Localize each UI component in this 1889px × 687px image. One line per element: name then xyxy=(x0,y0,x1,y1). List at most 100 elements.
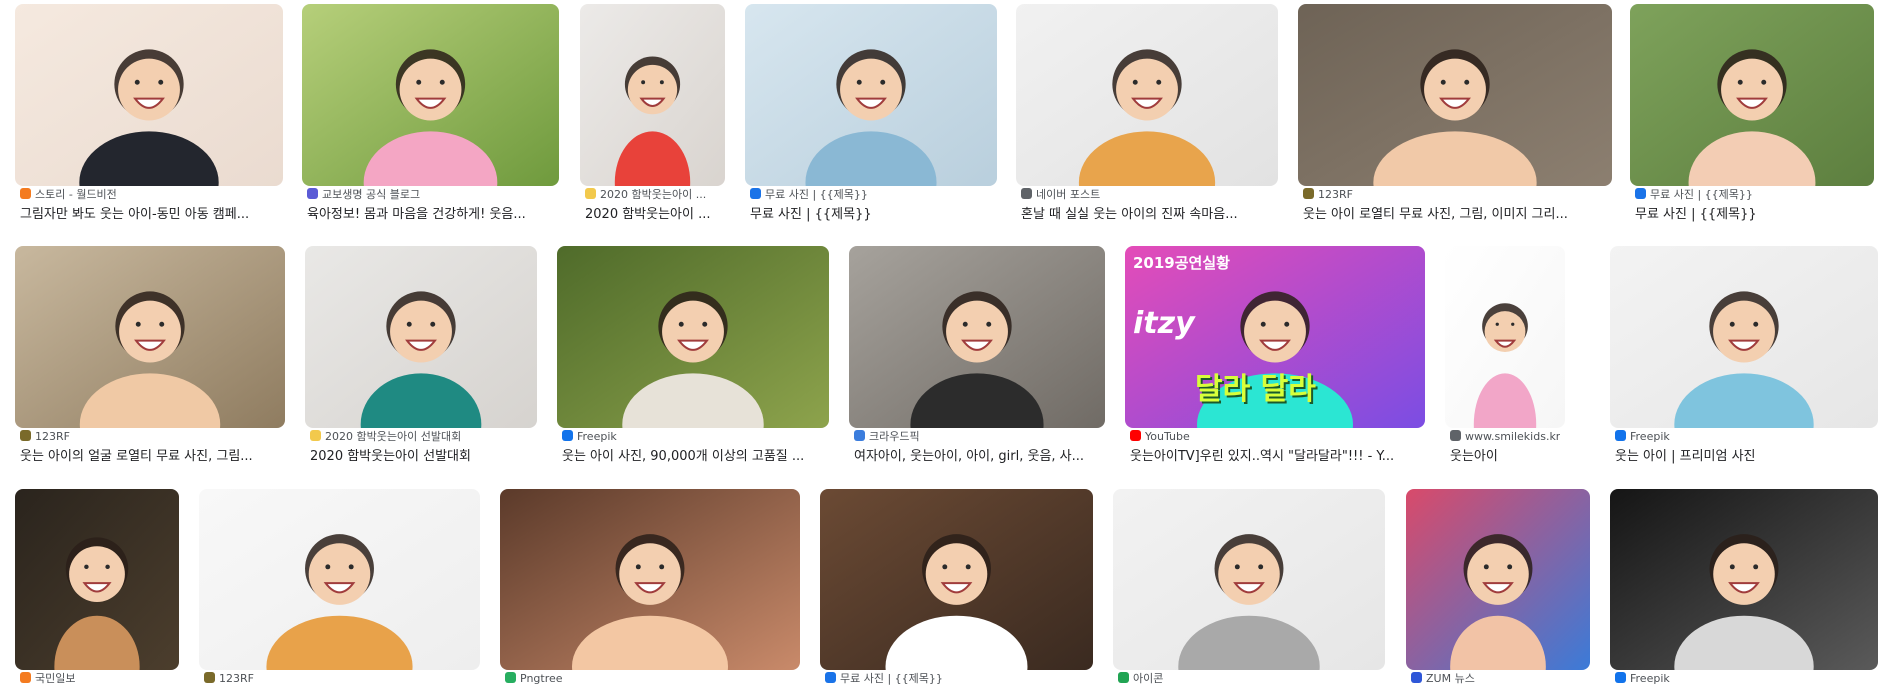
result-source-label: Pngtree xyxy=(520,672,563,685)
result-thumbnail[interactable] xyxy=(199,489,480,670)
result-source[interactable]: Freepik xyxy=(1615,672,1670,686)
result-source-label: 123RF xyxy=(35,430,70,443)
result-source[interactable]: 123RF xyxy=(20,430,70,444)
result-thumbnail[interactable] xyxy=(1610,246,1878,428)
circle-logo-icon xyxy=(204,672,215,683)
result-thumbnail[interactable] xyxy=(1113,489,1385,670)
result-thumbnail[interactable] xyxy=(1298,4,1612,186)
caret-up-icon xyxy=(1635,188,1646,199)
result-source[interactable]: 크라우드픽 xyxy=(854,430,920,444)
result-thumbnail[interactable] xyxy=(1445,246,1565,428)
result-title[interactable]: 웃는 아이 | 프리미엄 사진 xyxy=(1615,448,1756,465)
crowdpic-icon xyxy=(854,430,865,441)
result-thumbnail[interactable]: 2019공연실황 itzy 달라 달라 xyxy=(1125,246,1425,428)
result-source[interactable]: Freepik xyxy=(1615,430,1670,444)
circle-logo-icon xyxy=(1303,188,1314,199)
result-title[interactable]: 무료 사진 | {{제목}} xyxy=(750,206,872,223)
result-title[interactable]: 웃는 아이 로열티 무료 사진, 그림, 이미지 그리... xyxy=(1303,206,1568,223)
result-source-label: 2020 함박웃는아이 선발대회 xyxy=(325,430,462,443)
result-source[interactable]: 스토리 - 월드비전 xyxy=(20,188,117,202)
result-title[interactable]: 웃는아이TV]우린 있지..역시 "달라달라"!!! - Y... xyxy=(1130,448,1394,465)
result-source[interactable]: 2020 함박웃는아이 선발대회 xyxy=(310,430,461,444)
result-source-label: Freepik xyxy=(1630,430,1670,443)
result-source-label: ZUM 뉴스 xyxy=(1426,672,1475,685)
result-thumbnail[interactable] xyxy=(745,4,997,186)
result-thumbnail[interactable] xyxy=(15,489,179,670)
result-source[interactable]: 네이버 포스트 xyxy=(1021,188,1100,202)
result-source[interactable]: 국민일보 xyxy=(20,672,75,686)
result-source[interactable]: 2020 함박웃는아이 ... xyxy=(585,188,706,202)
result-thumbnail[interactable] xyxy=(1016,4,1278,186)
globe-icon xyxy=(1450,430,1461,441)
result-thumbnail[interactable] xyxy=(580,4,725,186)
result-source[interactable]: YouTube xyxy=(1130,430,1190,444)
result-source-label: 2020 함박웃는아이 ... xyxy=(600,188,707,201)
result-title[interactable]: 2020 함박웃는아이 선발대회 xyxy=(310,448,471,465)
result-source-label: www.smilekids.kr xyxy=(1465,430,1561,443)
globe-icon xyxy=(1021,188,1032,199)
result-title[interactable]: 웃는아이 xyxy=(1450,448,1498,465)
house-icon xyxy=(307,188,318,199)
result-thumbnail[interactable] xyxy=(15,4,283,186)
thumbnail-overlay-song: 달라 달라 xyxy=(1195,372,1316,407)
caret-up-icon xyxy=(750,188,761,199)
result-source[interactable]: www.smilekids.kr xyxy=(1450,430,1560,444)
result-title[interactable]: 웃는 아이 사진, 90,000개 이상의 고품질 ... xyxy=(562,448,804,465)
result-source-label: 아이콘 xyxy=(1133,672,1164,685)
result-source[interactable]: 무료 사진 | {{제목}} xyxy=(1635,188,1753,202)
result-source[interactable]: 123RF xyxy=(1303,188,1353,202)
result-thumbnail[interactable] xyxy=(500,489,800,670)
result-source[interactable]: Freepik xyxy=(562,430,617,444)
result-title[interactable]: 여자아이, 웃는아이, 아이, girl, 웃음, 사... xyxy=(854,448,1084,465)
result-source[interactable]: 무료 사진 | {{제목}} xyxy=(750,188,868,202)
zum-icon xyxy=(1411,672,1422,683)
freepik-icon xyxy=(1615,430,1626,441)
result-title[interactable]: 그림자만 봐도 웃는 아이-동민 아동 캠페... xyxy=(20,206,249,223)
thumbnail-overlay-title: 2019공연실황 xyxy=(1133,254,1230,272)
result-source[interactable]: 123RF xyxy=(204,672,254,686)
result-source[interactable]: 교보생명 공식 블로그 xyxy=(307,188,420,202)
result-title[interactable]: 웃는 아이의 얼굴 로열티 무료 사진, 그림... xyxy=(20,448,253,465)
result-source-label: 크라우드픽 xyxy=(869,430,920,443)
result-thumbnail[interactable] xyxy=(557,246,829,428)
orange-square-icon xyxy=(20,672,31,683)
result-source[interactable]: 무료 사진 | {{제목}} xyxy=(825,672,943,686)
result-thumbnail[interactable] xyxy=(1406,489,1590,670)
result-source-label: 무료 사진 | {{제목}} xyxy=(765,188,868,201)
result-source[interactable]: 아이콘 xyxy=(1118,672,1163,686)
result-source-label: 무료 사진 | {{제목}} xyxy=(1650,188,1753,201)
result-source-label: 123RF xyxy=(1318,188,1353,201)
result-source-label: Freepik xyxy=(1630,672,1670,685)
caret-up-icon xyxy=(825,672,836,683)
freepik-icon xyxy=(1615,672,1626,683)
result-thumbnail[interactable] xyxy=(1630,4,1874,186)
result-thumbnail[interactable] xyxy=(302,4,559,186)
smile-line-icon xyxy=(310,430,321,441)
green-square-icon xyxy=(1118,672,1129,683)
result-title[interactable]: 혼날 때 실실 웃는 아이의 진짜 속마음... xyxy=(1021,206,1238,223)
result-source-label: Freepik xyxy=(577,430,617,443)
result-title[interactable]: 2020 함박웃는아이 ... xyxy=(585,206,711,223)
result-title[interactable]: 육아정보! 몸과 마음을 건강하게! 웃음... xyxy=(307,206,526,223)
youtube-icon xyxy=(1130,430,1141,441)
thumbnail-overlay-logo: itzy xyxy=(1133,306,1195,341)
result-source-label: 국민일보 xyxy=(35,672,76,685)
result-source-label: YouTube xyxy=(1145,430,1190,443)
result-thumbnail[interactable] xyxy=(820,489,1093,670)
result-source-label: 네이버 포스트 xyxy=(1036,188,1101,201)
circle-logo-icon xyxy=(20,430,31,441)
pngtree-icon xyxy=(505,672,516,683)
result-source-label: 교보생명 공식 블로그 xyxy=(322,188,421,201)
result-source-label: 무료 사진 | {{제목}} xyxy=(840,672,943,685)
smile-line-icon xyxy=(585,188,596,199)
result-source-label: 스토리 - 월드비전 xyxy=(35,188,117,201)
result-source[interactable]: Pngtree xyxy=(505,672,563,686)
result-thumbnail[interactable] xyxy=(1610,489,1878,670)
result-thumbnail[interactable] xyxy=(305,246,537,428)
freepik-icon xyxy=(562,430,573,441)
result-source[interactable]: ZUM 뉴스 xyxy=(1411,672,1475,686)
result-title[interactable]: 무료 사진 | {{제목}} xyxy=(1635,206,1757,223)
result-thumbnail[interactable] xyxy=(15,246,285,428)
orange-square-icon xyxy=(20,188,31,199)
result-thumbnail[interactable] xyxy=(849,246,1105,428)
